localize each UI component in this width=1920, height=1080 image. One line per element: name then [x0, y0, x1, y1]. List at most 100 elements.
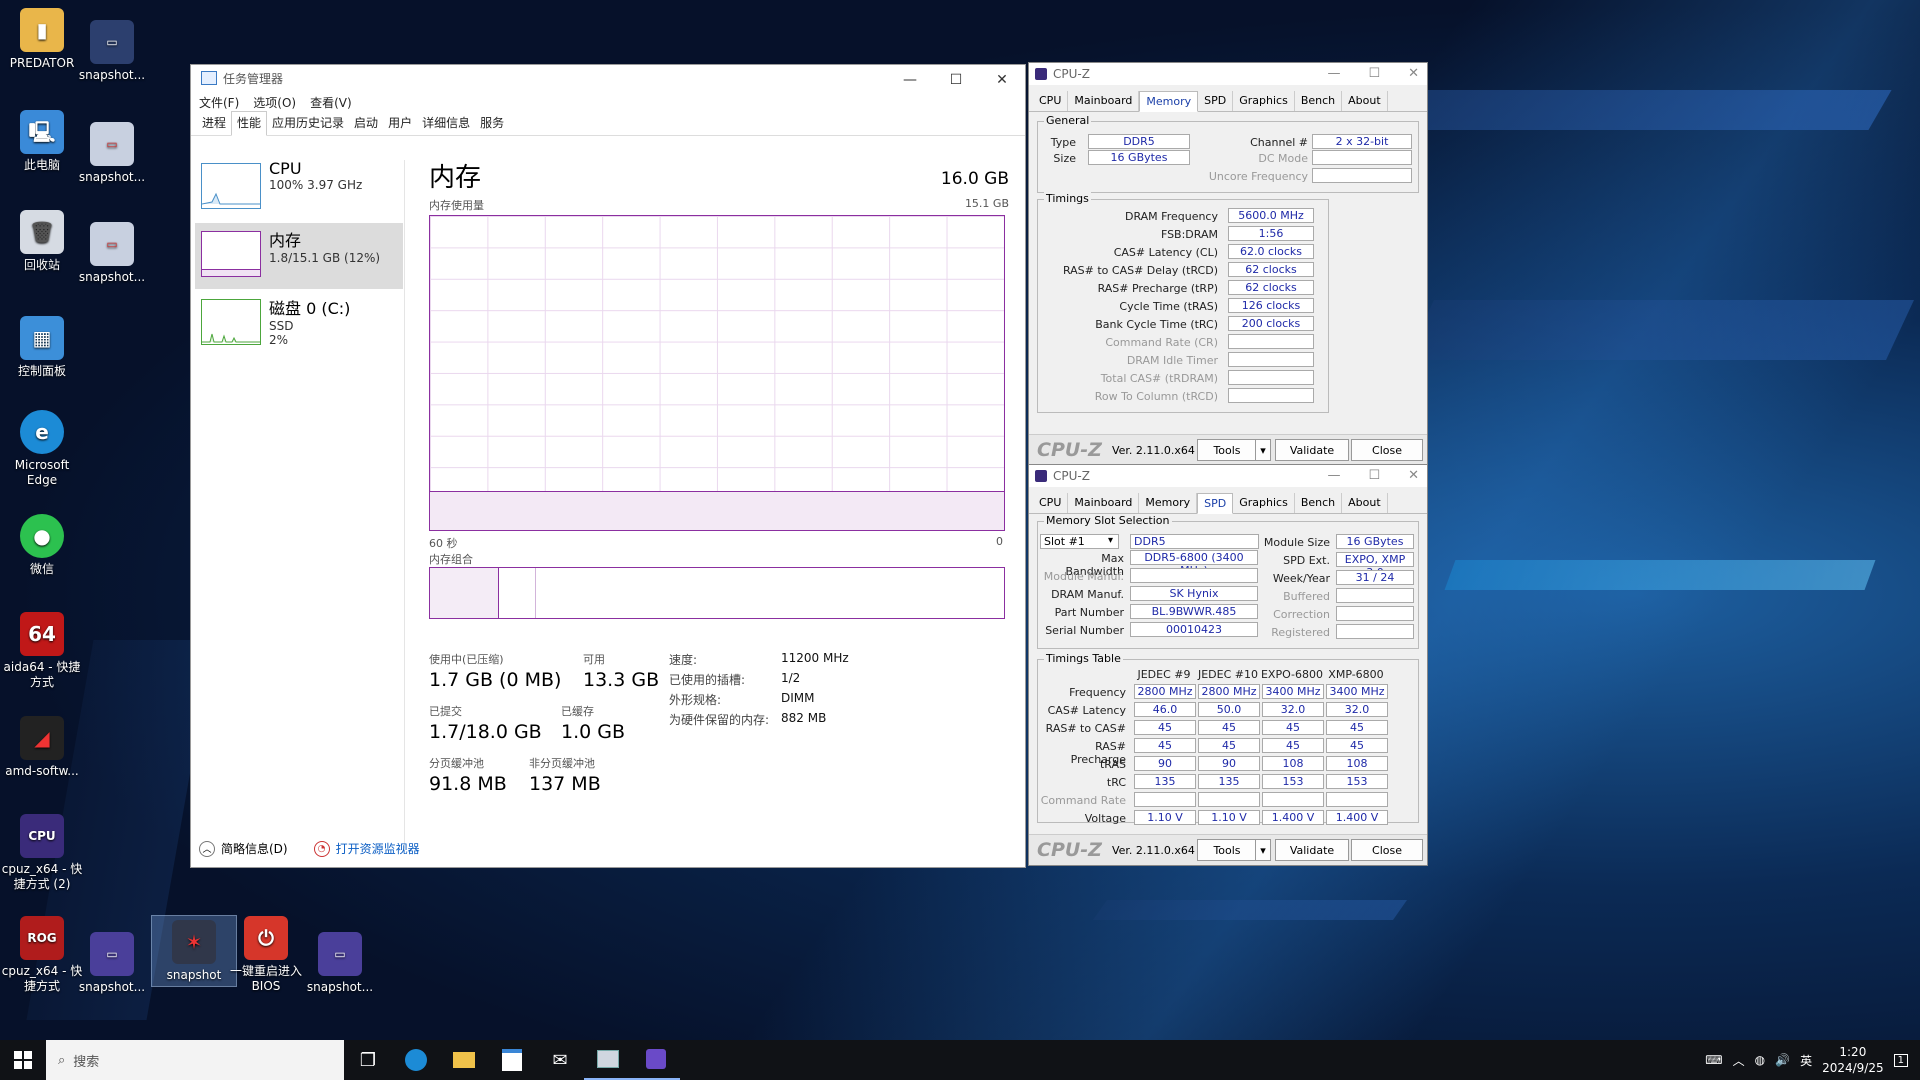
store-icon[interactable] [488, 1040, 536, 1080]
desktop-icon-snapshot-3[interactable]: ▭ snapshot... [70, 222, 154, 285]
cpuz-taskbar-icon[interactable] [632, 1040, 680, 1080]
desktop-icon-edge[interactable]: e Microsoft Edge [0, 410, 84, 488]
cpuz-tab-bench[interactable]: Bench [1295, 493, 1343, 513]
open-resource-monitor-link[interactable]: 打开资源监视器 [336, 840, 420, 857]
desktop-icon-control-panel[interactable]: ▦ 控制面板 [0, 316, 84, 379]
file-explorer-icon[interactable] [440, 1040, 488, 1080]
validate-button[interactable]: Validate [1275, 839, 1349, 861]
cpuz-tab-about[interactable]: About [1342, 91, 1388, 111]
tab-app-history[interactable]: 应用历史记录 [267, 112, 349, 135]
task-view-icon[interactable]: ❐ [344, 1040, 392, 1080]
desktop-icon-aida64[interactable]: 64 aida64 - 快捷方式 [0, 612, 84, 690]
slot-dropdown-icon[interactable]: ▾ [1108, 535, 1113, 546]
sidebar-disk-name: 磁盘 0 (C:) [269, 299, 351, 318]
tools-dropdown-icon[interactable]: ▾ [1255, 839, 1271, 861]
detail-reserved-label: 为硬件保留的内存: [669, 713, 770, 727]
cpuz-tab-graphics[interactable]: Graphics [1233, 493, 1295, 513]
cpuz-tab-mainboard[interactable]: Mainboard [1068, 91, 1140, 111]
timings-row-label: tRAS [1099, 758, 1126, 771]
divider [404, 160, 405, 850]
tab-performance[interactable]: 性能 [231, 111, 268, 136]
tab-processes[interactable]: 进程 [197, 112, 231, 135]
desktop-icon-amd-software[interactable]: ◢ amd-softw... [0, 716, 84, 779]
mail-icon[interactable]: ✉ [536, 1040, 584, 1080]
footer: ︿ 简略信息(D) ◔ 打开资源监视器 [199, 840, 420, 857]
cpuz-tab-mainboard[interactable]: Mainboard [1068, 493, 1140, 513]
desktop-icon-snapshot-1[interactable]: ▭ snapshot... [70, 20, 154, 83]
desktop-icon-snapshot-2[interactable]: ▭ snapshot... [70, 122, 154, 185]
cpuz-spd-maximize-button[interactable]: ☐ [1368, 468, 1380, 483]
cpuz-spd-close-button[interactable]: ✕ [1408, 468, 1419, 483]
maximize-button[interactable]: ☐ [933, 65, 979, 95]
taskbar-search[interactable]: ⌕ 搜索 [46, 1040, 344, 1080]
clock-time: 1:20 [1839, 1045, 1867, 1059]
cpuz-tab-graphics[interactable]: Graphics [1233, 91, 1295, 111]
tab-startup[interactable]: 启动 [349, 112, 383, 135]
cpuz-tab-memory[interactable]: Memory [1139, 493, 1198, 513]
desktop-icon-wechat[interactable]: ● 微信 [0, 514, 84, 577]
close-button-cpuz[interactable]: Close [1351, 439, 1423, 461]
timings-cell: 135 [1134, 774, 1196, 789]
network-icon[interactable]: ◍ [1755, 1053, 1765, 1067]
edge-taskbar-icon[interactable] [392, 1040, 440, 1080]
clock[interactable]: 1:20 2024/9/25 [1822, 1044, 1884, 1076]
cpuz-tab-cpu[interactable]: CPU [1033, 493, 1069, 513]
timings-cell: 45 [1326, 738, 1388, 753]
tab-users[interactable]: 用户 [383, 112, 417, 135]
task-manager-taskbar-icon[interactable] [584, 1040, 632, 1080]
menu-file[interactable]: 文件(F) [199, 94, 239, 111]
task-manager-window[interactable]: 任务管理器 — ☐ ✕ 文件(F) 选项(O) 查看(V) 进程 性能 应用历史… [190, 64, 1026, 868]
desktop-icon-snapshot-4[interactable]: ▭ snapshot... [70, 932, 154, 995]
cpuz-tab-cpu[interactable]: CPU [1033, 91, 1069, 111]
cpuz-tab-about[interactable]: About [1342, 493, 1388, 513]
fewer-details-link[interactable]: 简略信息(D) [221, 840, 288, 857]
validate-button[interactable]: Validate [1275, 439, 1349, 461]
cpuz-close-button[interactable]: ✕ [1408, 66, 1419, 81]
cpuz-spd-window[interactable]: CPU-Z — ☐ ✕ CPU Mainboard Memory SPD Gra… [1028, 464, 1428, 866]
tab-services[interactable]: 服务 [475, 112, 509, 135]
menu-options[interactable]: 选项(O) [253, 94, 296, 111]
window-controls: — ☐ ✕ [887, 65, 1025, 95]
start-button[interactable] [0, 1040, 46, 1080]
cpuz-footer: CPU-Z Ver. 2.11.0.x64 Tools ▾ Validate C… [1029, 434, 1427, 465]
sidebar-item-disk[interactable]: 磁盘 0 (C:) SSD 2% [195, 291, 403, 357]
cpuz-memory-window[interactable]: CPU-Z — ☐ ✕ CPU Mainboard Memory SPD Gra… [1028, 62, 1428, 466]
image-icon: ▭ [90, 20, 134, 64]
cpuz-tab-spd[interactable]: SPD [1198, 91, 1234, 111]
desktop-icon-bios[interactable]: ⏻ 一键重启进入BIOS [224, 916, 308, 994]
spd-field-value: 00010423 [1130, 622, 1258, 637]
cpuz-spd-title-bar[interactable]: CPU-Z — ☐ ✕ [1029, 465, 1427, 487]
sidebar-item-cpu[interactable]: CPU 100% 3.97 GHz [195, 155, 403, 221]
cpuz-tab-spd[interactable]: SPD [1197, 493, 1234, 514]
sidebar-cpu-name: CPU [269, 159, 302, 178]
timing-label: RAS# Precharge (tRP) [1097, 282, 1218, 295]
cpuz-tab-bench[interactable]: Bench [1295, 91, 1343, 111]
cpuz-maximize-button[interactable]: ☐ [1368, 66, 1380, 81]
close-button-cpuz[interactable]: Close [1351, 839, 1423, 861]
chevron-up-icon[interactable]: ︿ [1733, 1052, 1745, 1069]
tools-dropdown-icon[interactable]: ▾ [1255, 439, 1271, 461]
timings-cell: 1.400 V [1262, 810, 1324, 825]
close-button[interactable]: ✕ [979, 65, 1025, 95]
menu-view[interactable]: 查看(V) [310, 94, 352, 111]
cpuz-tab-memory[interactable]: Memory [1139, 91, 1199, 112]
cpuz-title-bar[interactable]: CPU-Z — ☐ ✕ [1029, 63, 1427, 85]
tools-button[interactable]: Tools [1197, 439, 1257, 461]
image-icon: ▭ [90, 222, 134, 266]
sidebar-item-memory[interactable]: 内存 1.8/15.1 GB (12%) [195, 223, 403, 289]
tab-details[interactable]: 详细信息 [417, 112, 475, 135]
volume-icon[interactable]: 🔊 [1775, 1053, 1790, 1067]
keyboard-icon[interactable]: ⌨ [1705, 1053, 1722, 1067]
input-method[interactable]: 英 [1800, 1052, 1812, 1069]
timing-value [1228, 388, 1314, 403]
tools-button[interactable]: Tools [1197, 839, 1257, 861]
detail-reserved-value: 882 MB [781, 711, 827, 725]
x-axis-left-label: 60 秒 [429, 537, 458, 550]
cpuz-spd-minimize-button[interactable]: — [1327, 468, 1340, 483]
chevron-up-icon[interactable]: ︿ [199, 840, 215, 857]
desktop-icon-snapshot-5[interactable]: ▭ snapshot... [298, 932, 382, 995]
cpuz-minimize-button[interactable]: — [1327, 66, 1340, 81]
minimize-button[interactable]: — [887, 65, 933, 95]
notification-icon[interactable]: 1 [1893, 1053, 1908, 1067]
desktop-icon-cpuz-2[interactable]: CPU cpuz_x64 - 快捷方式 (2) [0, 814, 84, 892]
